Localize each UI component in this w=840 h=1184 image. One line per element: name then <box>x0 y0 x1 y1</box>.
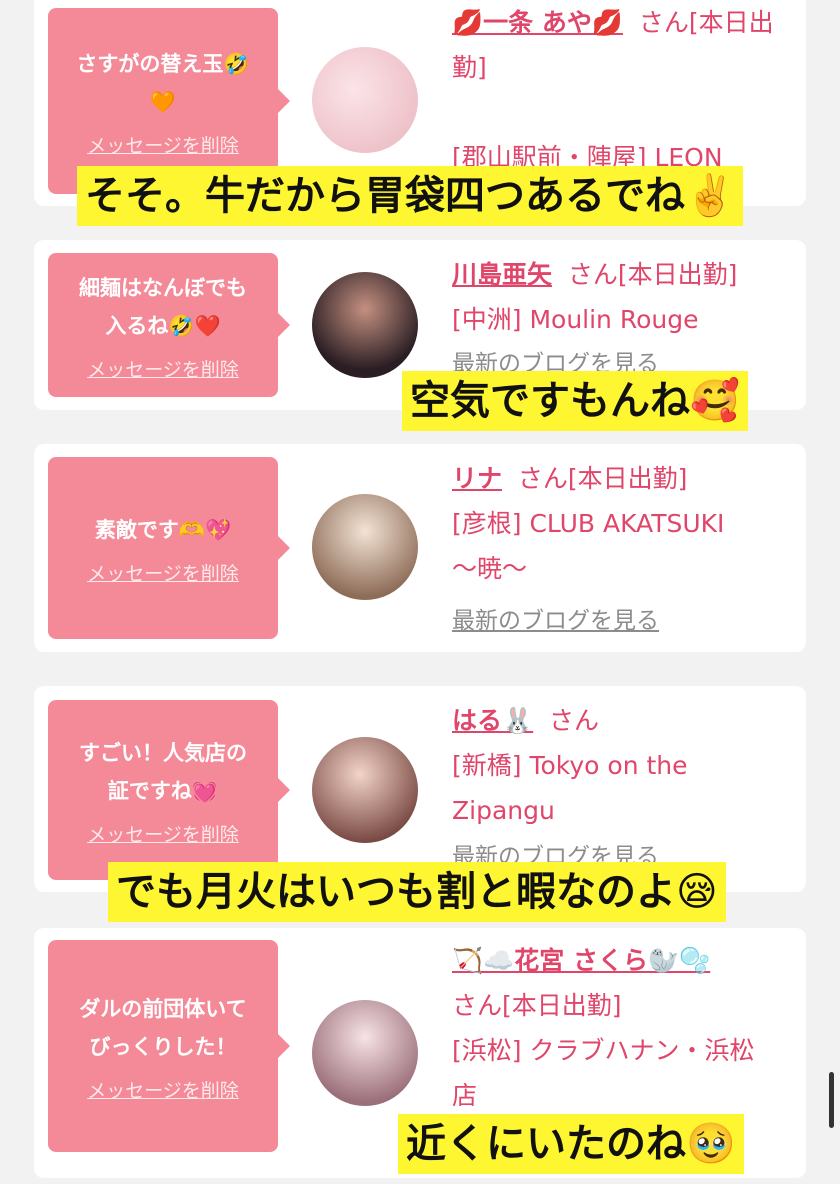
delete-message-link[interactable]: メッセージを削除 <box>87 355 239 382</box>
cast-info: 川島亜矢 さん[本日出勤] [中洲] Moulin Rouge 最新のブログを見… <box>452 252 788 387</box>
message-bubble: 細麺はなんぼでも 入るね🤣❤️ メッセージを削除 <box>48 253 290 397</box>
cast-name-link[interactable]: リナ <box>452 464 502 493</box>
delete-message-link[interactable]: メッセージを削除 <box>87 820 239 847</box>
message-text: 素敵です🫶💖 <box>94 517 232 542</box>
shop-name: [中洲] Moulin Rouge <box>452 305 699 334</box>
message-text: ダルの前団体いて びっくりした！ <box>79 996 247 1059</box>
message-bubble: ダルの前団体いて びっくりした！ メッセージを削除 <box>48 940 290 1152</box>
cast-name-link[interactable]: 川島亜矢 <box>452 260 552 289</box>
avatar[interactable] <box>312 737 418 843</box>
message-text: さすがの替え玉🤣 🧡 <box>76 51 250 114</box>
cast-suffix: さん[本日出勤] <box>517 464 688 493</box>
cast-name-link[interactable]: 🏹☁️花宮 さくら🦭🫧 <box>452 946 710 975</box>
cast-info: リナ さん[本日出勤] [彦根] CLUB AKATSUKI 〜暁〜 最新のブロ… <box>452 456 788 644</box>
shop-name: [浜松] クラブハナン・浜松 店 <box>452 1036 755 1110</box>
message-card: 素敵です🫶💖 メッセージを削除 リナ さん[本日出勤] [彦根] CLUB AK… <box>34 444 806 652</box>
avatar[interactable] <box>312 272 418 378</box>
overlay-caption: 空気ですもんね🥰 <box>402 371 748 431</box>
delete-message-link[interactable]: メッセージを削除 <box>87 559 239 586</box>
shop-name: [新橋] Tokyo on the Zipangu <box>452 751 688 825</box>
delete-message-link[interactable]: メッセージを削除 <box>87 131 239 158</box>
shop-name: [彦根] CLUB AKATSUKI 〜暁〜 <box>452 509 725 583</box>
avatar[interactable] <box>312 47 418 153</box>
avatar[interactable] <box>312 494 418 600</box>
cast-name-link[interactable]: はる🐰 <box>452 706 533 735</box>
avatar[interactable] <box>312 1000 418 1106</box>
cast-info: はる🐰 さん [新橋] Tokyo on the Zipangu 最新のブログを… <box>452 698 788 880</box>
message-text: すごい！人気店の 証ですね💓 <box>79 740 247 803</box>
scrollbar[interactable] <box>829 1072 834 1128</box>
overlay-caption: そそ。牛だから胃袋四つあるでね✌️ <box>77 166 743 226</box>
cast-suffix: さん <box>549 706 600 735</box>
message-text: 細麺はなんぼでも 入るね🤣❤️ <box>79 275 247 338</box>
blog-link[interactable]: 最新のブログを見る <box>452 599 788 644</box>
overlay-caption: 近くにいたのね🥹 <box>398 1114 744 1174</box>
delete-message-link[interactable]: メッセージを削除 <box>87 1076 239 1103</box>
cast-name-link[interactable]: 💋一条 あや💋 <box>452 8 623 37</box>
overlay-caption: でも月火はいつも割と暇なのよ😪 <box>108 862 726 922</box>
cast-info: 🏹☁️花宮 さくら🦭🫧 さん[本日出勤] [浜松] クラブハナン・浜松 店 <box>452 938 788 1118</box>
message-bubble: 素敵です🫶💖 メッセージを削除 <box>48 457 290 639</box>
message-bubble: すごい！人気店の 証ですね💓 メッセージを削除 <box>48 700 290 880</box>
cast-suffix: さん[本日出勤] <box>452 991 622 1020</box>
cast-suffix: さん[本日出勤] <box>567 260 738 289</box>
